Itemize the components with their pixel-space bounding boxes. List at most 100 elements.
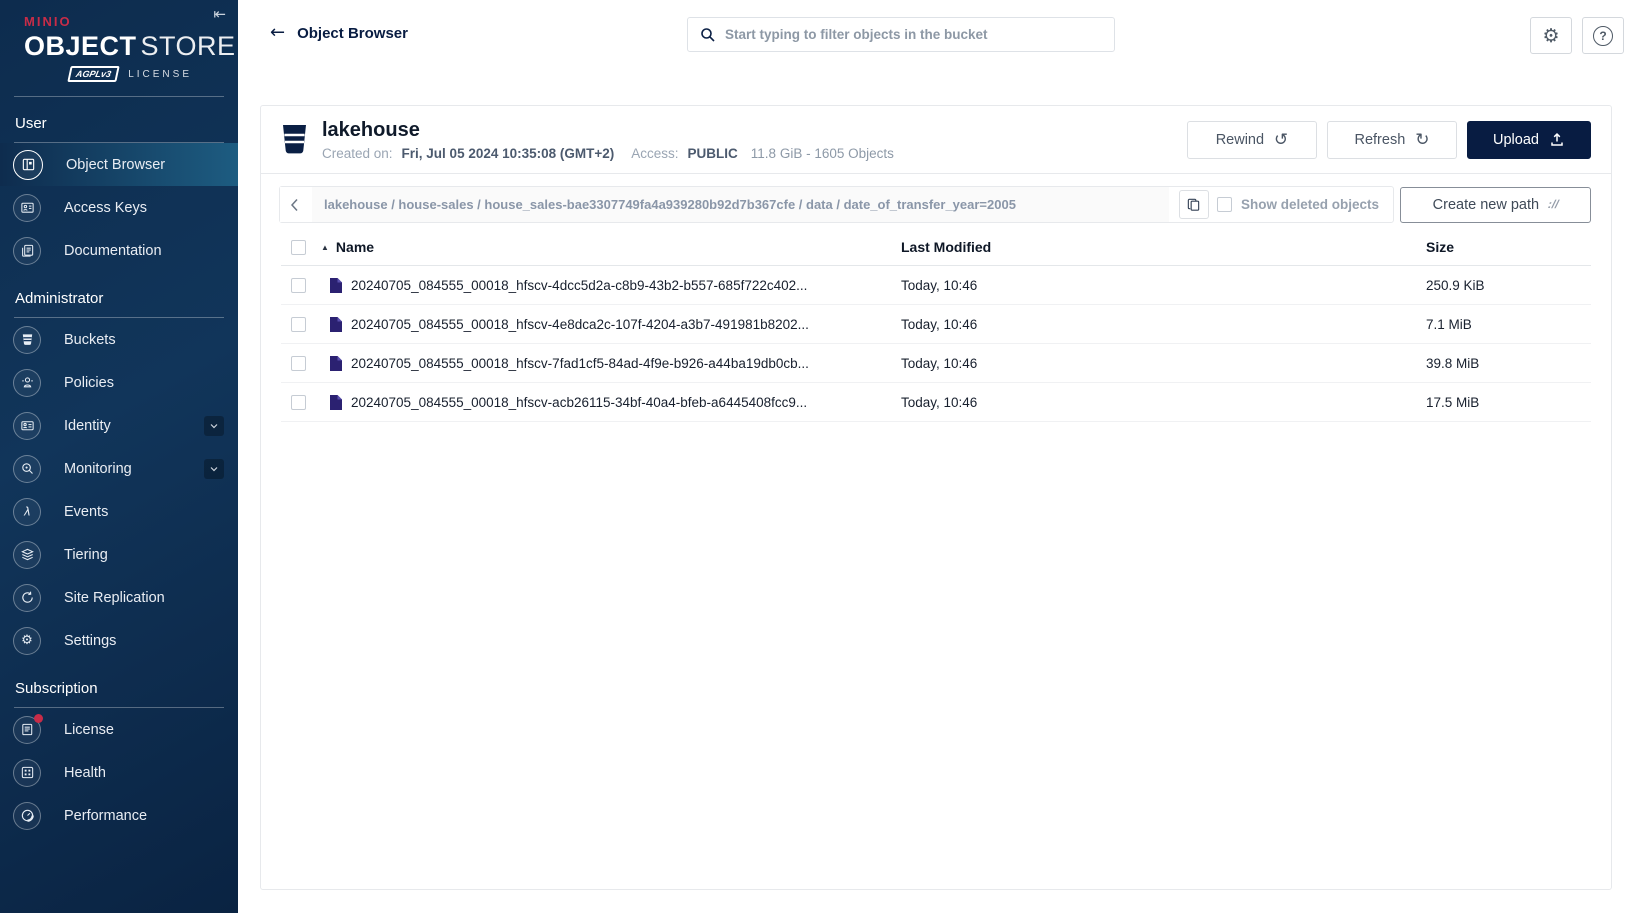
bucket-header: lakehouse Created on: Fri, Jul 05 2024 1… bbox=[261, 106, 1611, 174]
settings-gear-icon: ⚙ bbox=[13, 627, 41, 655]
access-value: PUBLIC bbox=[688, 146, 738, 161]
policies-icon bbox=[13, 369, 41, 397]
column-header-name[interactable]: ▲ Name bbox=[321, 239, 901, 255]
file-icon bbox=[321, 278, 351, 293]
path-slashes-icon: :// bbox=[1547, 199, 1558, 211]
rewind-icon: ↺ bbox=[1274, 130, 1288, 150]
object-browser-icon bbox=[13, 150, 43, 180]
create-new-path-button[interactable]: Create new path :// bbox=[1400, 187, 1591, 223]
object-name[interactable]: 20240705_084555_00018_hfscv-acb26115-34b… bbox=[351, 395, 901, 410]
created-label: Created on: bbox=[322, 146, 393, 161]
path-back-button[interactable] bbox=[280, 187, 312, 222]
documentation-icon bbox=[13, 237, 41, 265]
object-name[interactable]: 20240705_084555_00018_hfscv-7fad1cf5-84a… bbox=[351, 356, 901, 371]
sidebar-item-performance[interactable]: Performance bbox=[0, 794, 238, 837]
sidebar-collapse-icon[interactable]: ⇤ bbox=[213, 5, 226, 23]
table-row[interactable]: 20240705_084555_00018_hfscv-acb26115-34b… bbox=[281, 383, 1591, 422]
help-button[interactable]: ? bbox=[1582, 17, 1624, 54]
section-subscription: Subscription bbox=[0, 662, 238, 707]
object-name[interactable]: 20240705_084555_00018_hfscv-4e8dca2c-107… bbox=[351, 317, 901, 332]
sidebar-item-events[interactable]: λ Events bbox=[0, 490, 238, 533]
show-deleted-checkbox[interactable] bbox=[1217, 197, 1232, 212]
page-title: Object Browser bbox=[297, 25, 408, 42]
chevron-down-icon[interactable] bbox=[204, 416, 224, 436]
license-label: LICENSE bbox=[128, 69, 192, 80]
events-icon: λ bbox=[13, 498, 41, 526]
row-checkbox[interactable] bbox=[291, 317, 306, 332]
sidebar-item-license[interactable]: License bbox=[0, 708, 238, 751]
copy-icon bbox=[1186, 197, 1201, 212]
monitoring-icon bbox=[13, 455, 41, 483]
select-all-checkbox[interactable] bbox=[291, 240, 306, 255]
copy-path-button[interactable] bbox=[1179, 190, 1209, 219]
minio-brand: MINIO bbox=[24, 14, 222, 29]
license-alert-dot bbox=[34, 714, 43, 723]
performance-icon bbox=[13, 802, 41, 830]
sidebar-item-access-keys[interactable]: Access Keys bbox=[0, 186, 238, 229]
sidebar-item-health[interactable]: Health bbox=[0, 751, 238, 794]
sidebar-item-object-browser[interactable]: Object Browser bbox=[0, 143, 238, 186]
access-keys-icon bbox=[13, 194, 41, 222]
breadcrumb[interactable]: lakehouse / house-sales / house_sales-ba… bbox=[312, 187, 1169, 222]
minio-logo: MINIO OBJECTSTORE AGPLv3 LICENSE bbox=[0, 0, 238, 82]
object-size: 39.8 MiB bbox=[1426, 356, 1591, 371]
refresh-icon: ↻ bbox=[1415, 130, 1429, 150]
column-header-size[interactable]: Size bbox=[1426, 239, 1591, 255]
table-row[interactable]: 20240705_084555_00018_hfscv-4e8dca2c-107… bbox=[281, 305, 1591, 344]
settings-button[interactable]: ⚙ bbox=[1530, 17, 1572, 54]
sidebar-item-monitoring[interactable]: Monitoring bbox=[0, 447, 238, 490]
bucket-icon bbox=[281, 124, 308, 155]
created-value: Fri, Jul 05 2024 10:35:08 (GMT+2) bbox=[402, 146, 615, 161]
table-row[interactable]: 20240705_084555_00018_hfscv-7fad1cf5-84a… bbox=[281, 344, 1591, 383]
path-bar: lakehouse / house-sales / house_sales-ba… bbox=[279, 186, 1394, 223]
bucket-usage: 11.8 GiB - 1605 Objects bbox=[751, 146, 894, 161]
main-content: ← Object Browser ⚙ ? lakehouse Created o… bbox=[238, 0, 1638, 913]
svg-text:λ: λ bbox=[23, 505, 31, 518]
upload-icon bbox=[1549, 132, 1565, 148]
site-replication-icon bbox=[13, 584, 41, 612]
sidebar-item-site-replication[interactable]: Site Replication bbox=[0, 576, 238, 619]
table-row[interactable]: 20240705_084555_00018_hfscv-4dcc5d2a-c8b… bbox=[281, 266, 1591, 305]
sidebar-item-tiering[interactable]: Tiering bbox=[0, 533, 238, 576]
chevron-down-icon[interactable] bbox=[204, 459, 224, 479]
sidebar-item-buckets[interactable]: Buckets bbox=[0, 318, 238, 361]
file-icon bbox=[321, 356, 351, 371]
table-header-row: ▲ Name Last Modified Size bbox=[281, 229, 1591, 266]
row-checkbox[interactable] bbox=[291, 395, 306, 410]
path-toolbar: lakehouse / house-sales / house_sales-ba… bbox=[261, 174, 1611, 223]
object-modified: Today, 10:46 bbox=[901, 278, 1426, 293]
section-user: User bbox=[0, 97, 238, 142]
section-administrator: Administrator bbox=[0, 272, 238, 317]
sidebar-item-settings[interactable]: ⚙ Settings bbox=[0, 619, 238, 662]
object-modified: Today, 10:46 bbox=[901, 395, 1426, 410]
object-modified: Today, 10:46 bbox=[901, 317, 1426, 332]
object-filter-search[interactable] bbox=[687, 17, 1115, 52]
health-icon bbox=[13, 759, 41, 787]
sidebar: ⇤ MINIO OBJECTSTORE AGPLv3 LICENSE User … bbox=[0, 0, 238, 913]
sidebar-item-policies[interactable]: Policies bbox=[0, 361, 238, 404]
sort-ascending-icon: ▲ bbox=[321, 243, 329, 252]
file-icon bbox=[321, 395, 351, 410]
show-deleted-label[interactable]: Show deleted objects bbox=[1241, 197, 1379, 212]
row-checkbox[interactable] bbox=[291, 356, 306, 371]
identity-icon bbox=[13, 412, 41, 440]
refresh-button[interactable]: Refresh↻ bbox=[1327, 121, 1457, 159]
object-size: 250.9 KiB bbox=[1426, 278, 1591, 293]
back-arrow-icon[interactable]: ← bbox=[270, 24, 285, 42]
upload-button[interactable]: Upload bbox=[1467, 121, 1591, 159]
search-icon bbox=[700, 27, 716, 43]
column-header-modified[interactable]: Last Modified bbox=[901, 239, 1426, 255]
object-modified: Today, 10:46 bbox=[901, 356, 1426, 371]
row-checkbox[interactable] bbox=[291, 278, 306, 293]
object-name[interactable]: 20240705_084555_00018_hfscv-4dcc5d2a-c8b… bbox=[351, 278, 901, 293]
search-input[interactable] bbox=[725, 27, 1114, 42]
sidebar-item-identity[interactable]: Identity bbox=[0, 404, 238, 447]
sidebar-item-documentation[interactable]: Documentation bbox=[0, 229, 238, 272]
object-size: 7.1 MiB bbox=[1426, 317, 1591, 332]
license-icon bbox=[13, 716, 41, 744]
access-label: Access: bbox=[631, 146, 678, 161]
rewind-button[interactable]: Rewind↺ bbox=[1187, 121, 1317, 159]
bucket-name: lakehouse bbox=[322, 119, 894, 142]
topbar: ← Object Browser ⚙ ? bbox=[238, 0, 1638, 73]
objects-table: ▲ Name Last Modified Size 20240705_08455… bbox=[281, 229, 1591, 422]
